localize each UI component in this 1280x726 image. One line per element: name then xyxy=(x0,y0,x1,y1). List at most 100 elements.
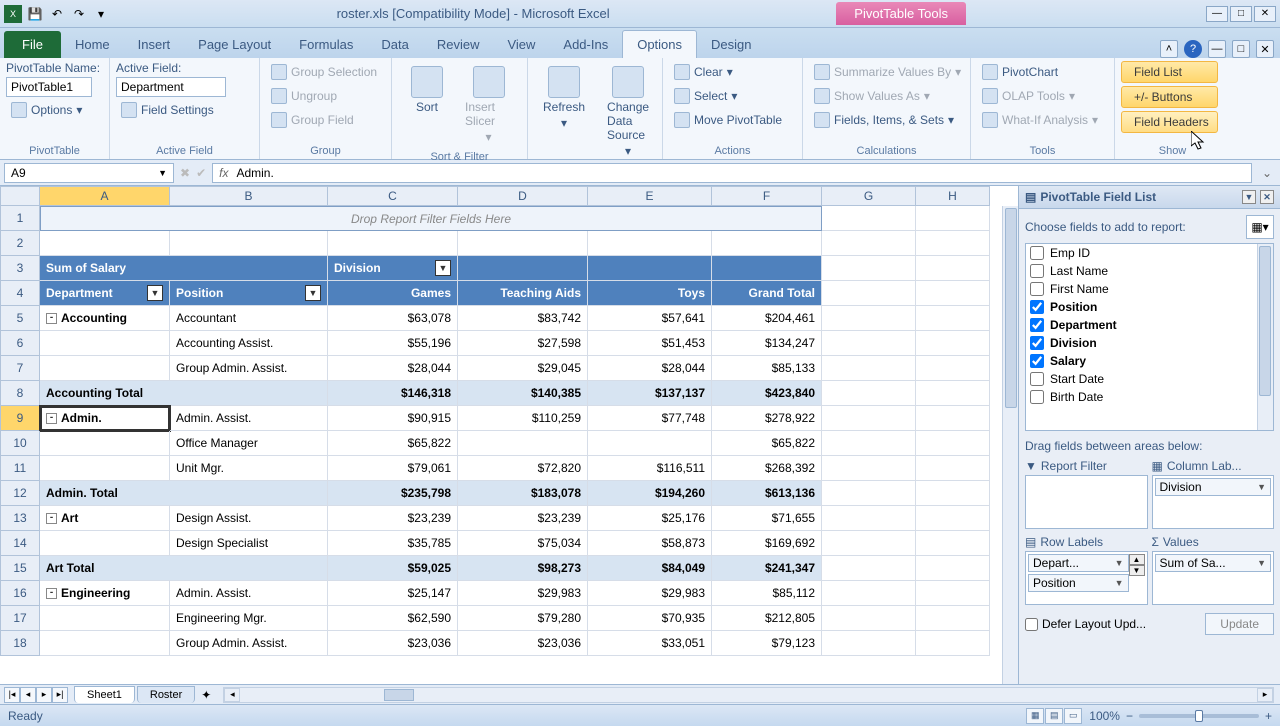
cell[interactable] xyxy=(822,406,916,431)
cell[interactable] xyxy=(822,581,916,606)
cell[interactable]: $65,822 xyxy=(712,431,822,456)
cell[interactable] xyxy=(822,481,916,506)
cell[interactable]: $83,742 xyxy=(458,306,588,331)
cell[interactable]: $204,461 xyxy=(712,306,822,331)
cell[interactable]: $613,136 xyxy=(712,481,822,506)
cell[interactable] xyxy=(40,456,170,481)
cell[interactable]: $235,798 xyxy=(328,481,458,506)
col-header-A[interactable]: A xyxy=(40,186,170,206)
field-item[interactable]: Last Name xyxy=(1026,262,1273,280)
field-item[interactable]: Department xyxy=(1026,316,1273,334)
cell[interactable]: Division▼ xyxy=(328,256,458,281)
cell[interactable] xyxy=(916,206,990,231)
cell[interactable] xyxy=(916,581,990,606)
active-field-input[interactable] xyxy=(116,77,226,97)
cell[interactable]: Admin. Assist. xyxy=(170,406,328,431)
cell[interactable]: Sum of Salary xyxy=(40,256,328,281)
cell[interactable]: $110,259 xyxy=(458,406,588,431)
name-box[interactable]: A9▼ xyxy=(4,163,174,183)
tab-options[interactable]: Options xyxy=(622,30,697,58)
cell[interactable]: $62,590 xyxy=(328,606,458,631)
panel-close-icon[interactable]: ✕ xyxy=(1260,190,1274,204)
field-item[interactable]: Salary xyxy=(1026,352,1273,370)
col-header-F[interactable]: F xyxy=(712,186,822,206)
field-checkbox[interactable] xyxy=(1030,336,1044,350)
zoom-out-icon[interactable]: − xyxy=(1126,709,1133,723)
cell[interactable] xyxy=(822,281,916,306)
fieldlist-scroll-thumb[interactable] xyxy=(1259,246,1271,396)
cell[interactable]: -Admin. xyxy=(40,406,170,431)
cell[interactable]: $28,044 xyxy=(328,356,458,381)
tab-nav-prev-icon[interactable]: ◂ xyxy=(20,687,36,703)
defer-layout-checkbox[interactable] xyxy=(1025,618,1038,631)
cell[interactable] xyxy=(916,256,990,281)
cell[interactable] xyxy=(916,231,990,256)
field-headers-toggle[interactable]: Field Headers xyxy=(1121,111,1218,133)
select-all-corner[interactable] xyxy=(0,186,40,206)
tab-nav-last-icon[interactable]: ▸| xyxy=(52,687,68,703)
cell[interactable] xyxy=(916,431,990,456)
doc-minimize-icon[interactable]: — xyxy=(1208,40,1226,58)
clear-button[interactable]: Clear ▾ xyxy=(669,61,787,83)
minimize-ribbon-icon[interactable]: ˄ xyxy=(1160,40,1178,58)
fields-items-sets-button[interactable]: Fields, Items, & Sets ▾ xyxy=(809,109,966,131)
zoom-in-icon[interactable]: + xyxy=(1265,709,1272,723)
hscroll-right-icon[interactable]: ▸ xyxy=(1257,688,1273,702)
tab-home[interactable]: Home xyxy=(61,31,124,58)
col-header-D[interactable]: D xyxy=(458,186,588,206)
olap-tools-button[interactable]: OLAP Tools ▾ xyxy=(977,85,1103,107)
cell[interactable] xyxy=(822,231,916,256)
cell[interactable]: Department▼ xyxy=(40,281,170,306)
cell[interactable]: $71,655 xyxy=(712,506,822,531)
field-item[interactable]: Birth Date xyxy=(1026,388,1273,406)
row-header[interactable]: 2 xyxy=(0,231,40,256)
cell[interactable] xyxy=(822,556,916,581)
cell[interactable] xyxy=(40,231,170,256)
cell[interactable]: $72,820 xyxy=(458,456,588,481)
plus-minus-buttons-toggle[interactable]: +/- Buttons xyxy=(1121,86,1218,108)
row-header[interactable]: 12 xyxy=(0,481,40,506)
cell[interactable]: -Art xyxy=(40,506,170,531)
cell[interactable] xyxy=(328,231,458,256)
cell[interactable] xyxy=(170,231,328,256)
cell[interactable]: Admin. Total xyxy=(40,481,328,506)
expand-collapse-icon[interactable]: - xyxy=(46,513,57,524)
cell[interactable] xyxy=(458,256,588,281)
cell[interactable] xyxy=(40,606,170,631)
row-header[interactable]: 17 xyxy=(0,606,40,631)
new-sheet-icon[interactable]: ✦ xyxy=(195,688,217,702)
cell[interactable]: Grand Total xyxy=(712,281,822,306)
cell[interactable] xyxy=(916,381,990,406)
field-checkbox[interactable] xyxy=(1030,264,1044,278)
horizontal-scrollbar[interactable]: ◂ ▸ xyxy=(223,687,1274,703)
worksheet[interactable]: A B C D E F G H 1Drop Report Filter Fiel… xyxy=(0,186,1018,684)
row-header[interactable]: 10 xyxy=(0,431,40,456)
cell[interactable]: $85,112 xyxy=(712,581,822,606)
field-checkbox[interactable] xyxy=(1030,246,1044,260)
panel-dropdown-icon[interactable]: ▼ xyxy=(1242,190,1256,204)
cell[interactable] xyxy=(712,256,822,281)
cell[interactable] xyxy=(916,631,990,656)
layout-options-button[interactable]: ▦▾ xyxy=(1246,215,1274,239)
pill-position[interactable]: Position▼ xyxy=(1028,574,1129,592)
row-header[interactable]: 11 xyxy=(0,456,40,481)
field-checkbox[interactable] xyxy=(1030,300,1044,314)
cell[interactable]: $146,318 xyxy=(328,381,458,406)
cell[interactable] xyxy=(40,531,170,556)
doc-close-icon[interactable]: ✕ xyxy=(1256,40,1274,58)
field-checkbox[interactable] xyxy=(1030,282,1044,296)
field-checkbox[interactable] xyxy=(1030,318,1044,332)
cell[interactable]: Group Admin. Assist. xyxy=(170,631,328,656)
col-header-C[interactable]: C xyxy=(328,186,458,206)
cell[interactable]: $59,025 xyxy=(328,556,458,581)
cell[interactable]: $268,392 xyxy=(712,456,822,481)
row-header[interactable]: 3 xyxy=(0,256,40,281)
col-header-G[interactable]: G xyxy=(822,186,916,206)
cell[interactable] xyxy=(916,356,990,381)
row-header[interactable]: 14 xyxy=(0,531,40,556)
cell[interactable]: $183,078 xyxy=(458,481,588,506)
move-pivottable-button[interactable]: Move PivotTable xyxy=(669,109,787,131)
cell[interactable] xyxy=(822,531,916,556)
department-filter-dropdown[interactable]: ▼ xyxy=(147,285,163,301)
cell[interactable] xyxy=(916,456,990,481)
